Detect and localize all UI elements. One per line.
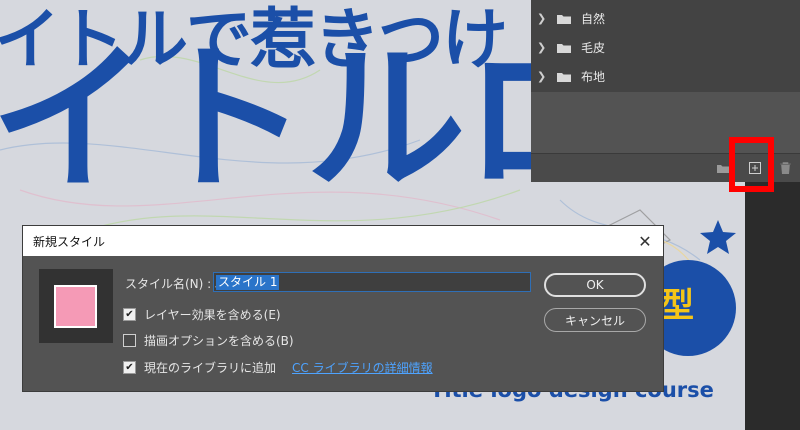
include-layer-effects-checkbox[interactable]: ✔	[123, 308, 136, 321]
close-icon[interactable]: ✕	[635, 231, 655, 251]
dialog-titlebar[interactable]: 新規スタイル ✕	[23, 226, 663, 256]
folder-icon	[557, 14, 571, 24]
include-blending-options-option[interactable]: 描画オプションを含める(B)	[123, 332, 294, 349]
library-item-label: 自然	[581, 12, 606, 26]
dialog-title: 新規スタイル	[33, 234, 106, 249]
artwork-large-title: イトルロ	[0, 26, 624, 213]
ok-button[interactable]: OK	[544, 273, 646, 297]
artwork-badge-text: 型	[660, 286, 694, 326]
style-preview	[39, 269, 113, 343]
chevron-right-icon[interactable]: ❯	[537, 41, 551, 54]
chevron-right-icon[interactable]: ❯	[537, 70, 551, 83]
style-name-input[interactable]	[213, 272, 531, 292]
folder-icon	[557, 43, 571, 53]
library-item-label: 布地	[581, 70, 606, 84]
new-style-dialog: 新規スタイル ✕ スタイル名(N) : スタイル 1 ✔ レイヤー効果を含める(…	[23, 226, 663, 391]
include-blending-options-checkbox[interactable]	[123, 334, 136, 347]
library-item[interactable]: ❯ 毛皮	[531, 33, 800, 62]
add-to-library-option[interactable]: ✔ 現在のライブラリに追加 CC ライブラリの詳細情報	[123, 359, 433, 376]
include-layer-effects-option[interactable]: ✔ レイヤー効果を含める(E)	[123, 306, 281, 323]
library-item-label: 毛皮	[581, 41, 606, 55]
chevron-right-icon[interactable]: ❯	[537, 12, 551, 25]
style-preview-swatch	[54, 285, 97, 328]
add-to-library-checkbox[interactable]: ✔	[123, 361, 136, 374]
highlight-annotation	[729, 137, 774, 192]
library-list: ❯ 自然 ❯ 毛皮 ❯ 布地	[531, 0, 800, 92]
include-blending-options-label: 描画オプションを含める(B)	[144, 334, 294, 348]
trash-icon[interactable]	[777, 160, 793, 176]
folder-icon	[557, 72, 571, 82]
add-to-library-label: 現在のライブラリに追加	[144, 361, 277, 375]
cancel-button[interactable]: キャンセル	[544, 308, 646, 332]
library-item[interactable]: ❯ 布地	[531, 62, 800, 91]
style-name-label: スタイル名(N) :	[125, 277, 212, 291]
right-panel-strip	[745, 180, 800, 430]
include-layer-effects-label: レイヤー効果を含める(E)	[144, 308, 281, 322]
cc-library-info-link[interactable]: CC ライブラリの詳細情報	[292, 359, 433, 376]
library-item[interactable]: ❯ 自然	[531, 4, 800, 33]
